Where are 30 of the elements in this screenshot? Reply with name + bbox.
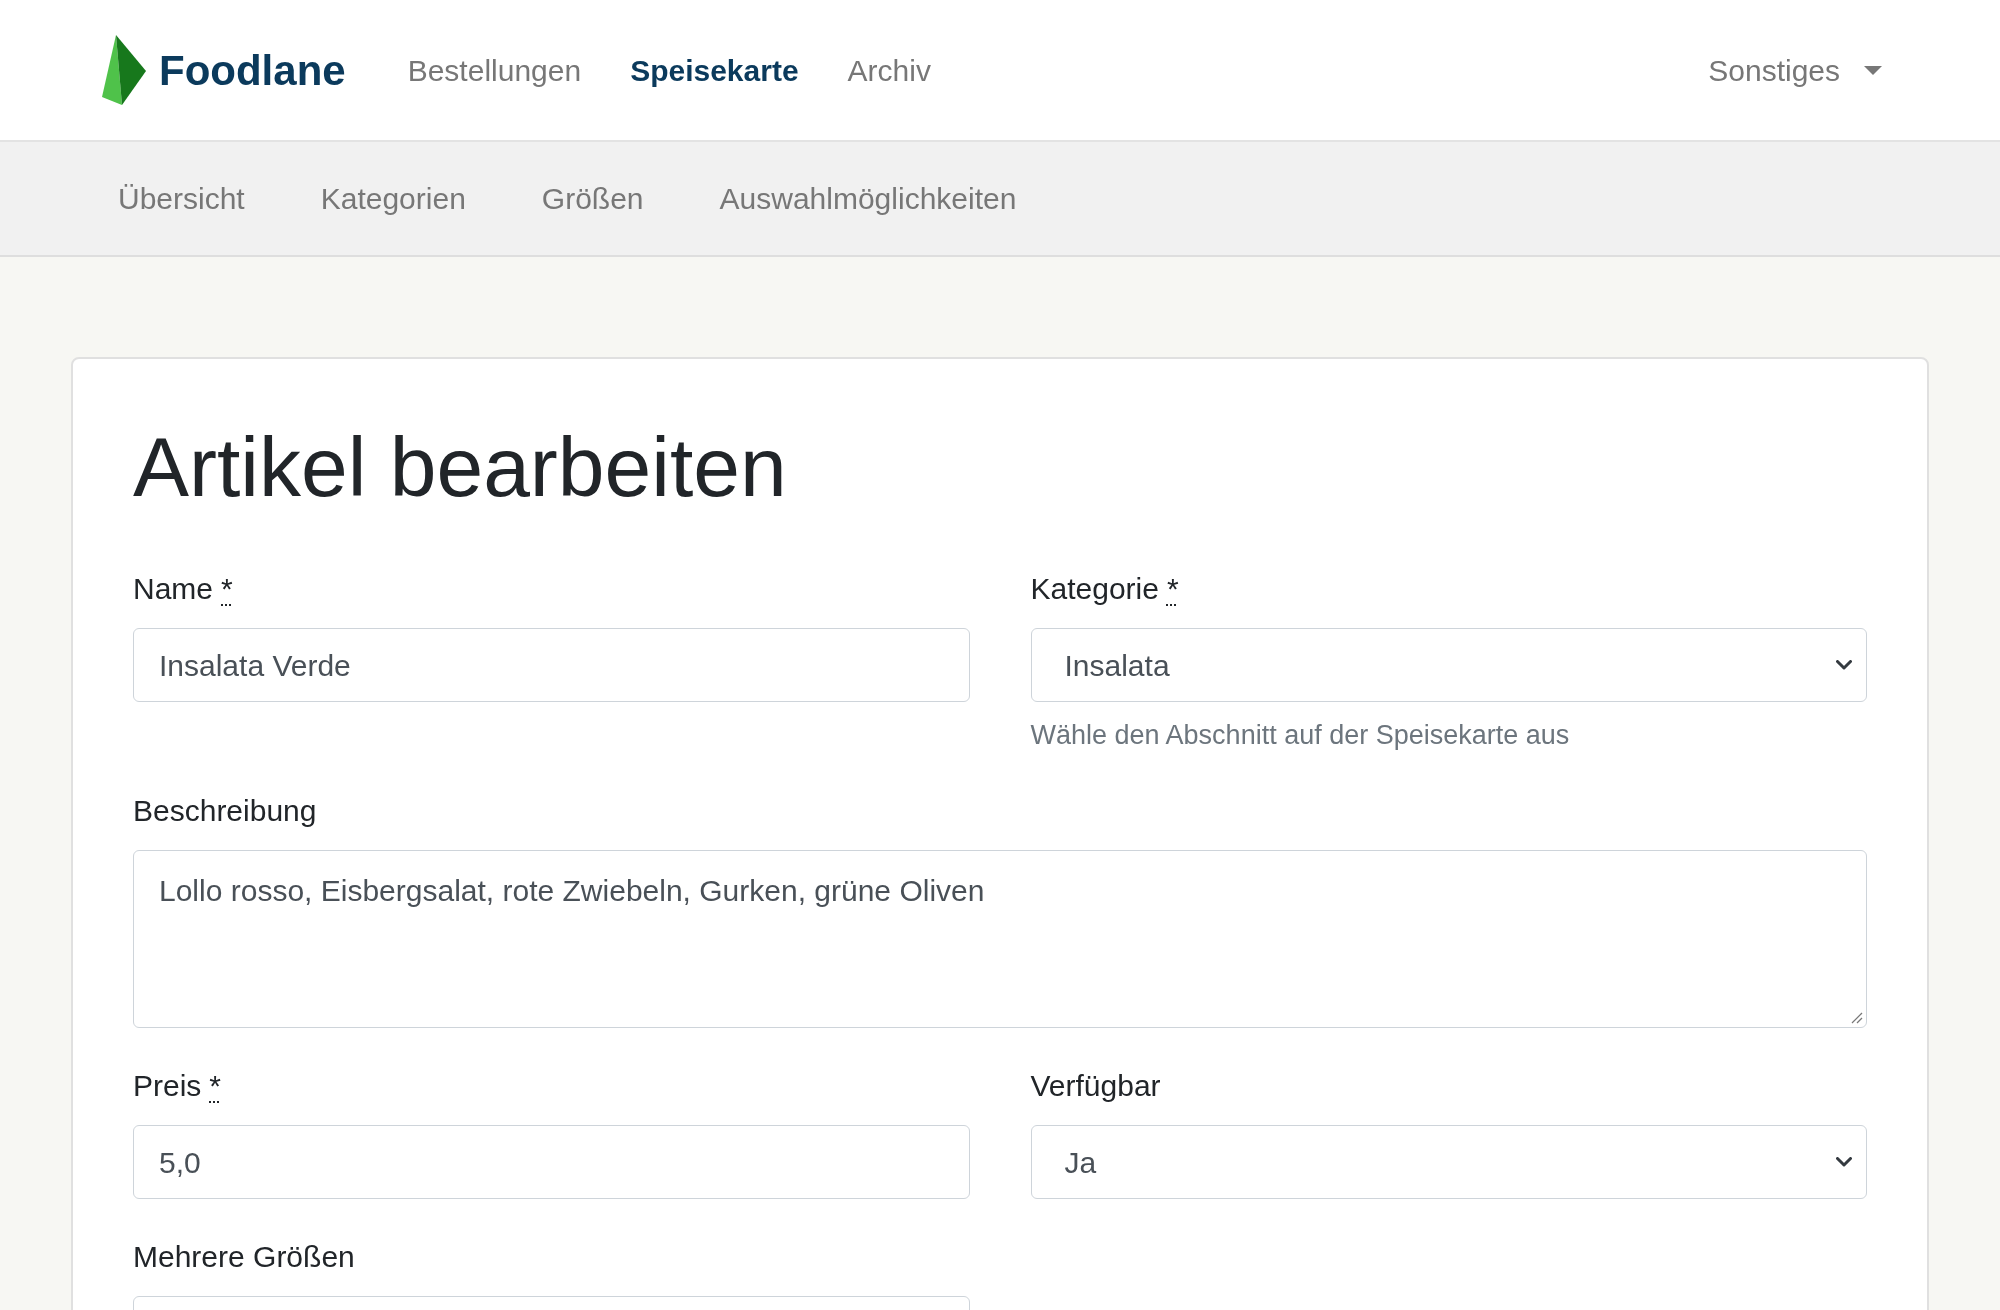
subnav-link[interactable]: Größen (541, 176, 644, 221)
brand-link[interactable]: Foodlane (102, 35, 346, 105)
field-label: Name (133, 571, 214, 607)
chevron-down-icon (1836, 1157, 1852, 1167)
more-dropdown[interactable]: Sonstiges (1708, 47, 1882, 93)
nav-link[interactable]: Bestellungen (407, 47, 582, 93)
chevron-down-icon (1836, 660, 1852, 670)
field-label: Verfügbar (1030, 1068, 1161, 1104)
nav-link[interactable]: Speisekarte (630, 47, 799, 93)
text-input[interactable]: 5,0 (133, 1125, 970, 1199)
subnav-link[interactable]: Kategorien (320, 176, 466, 221)
text-input[interactable]: Insalata Verde (133, 628, 970, 702)
select-field[interactable]: Insalata (1030, 628, 1867, 702)
required-mark: * (221, 571, 233, 607)
caret-down-icon (1864, 65, 1882, 75)
help-text: Wähle den Abschnitt auf der Speisekarte aus (1030, 719, 1571, 752)
field-label: Kategorie (1030, 571, 1159, 607)
field-label: Mehrere Größen (133, 1239, 355, 1275)
required-mark: * (1166, 571, 1179, 607)
field-label: Beschreibung (133, 793, 317, 829)
subnav-link[interactable]: Übersicht (118, 176, 245, 221)
field-label: Preis (133, 1068, 202, 1104)
nav-link[interactable]: Archiv (847, 47, 931, 93)
required-mark: * (209, 1068, 222, 1104)
select-field[interactable]: Ja (1030, 1125, 1867, 1199)
subnav-link[interactable]: Auswahlmöglichkeiten (719, 176, 1017, 221)
textarea-field[interactable]: Lollo rosso, Eisbergsalat, rote Zwiebeln, Gurken, grüne Oliven (133, 850, 1867, 1028)
page-title: Artikel bearbeiten (133, 419, 788, 516)
crystal-logo-icon (102, 35, 146, 105)
resize-grip-icon (1851, 1012, 1863, 1024)
